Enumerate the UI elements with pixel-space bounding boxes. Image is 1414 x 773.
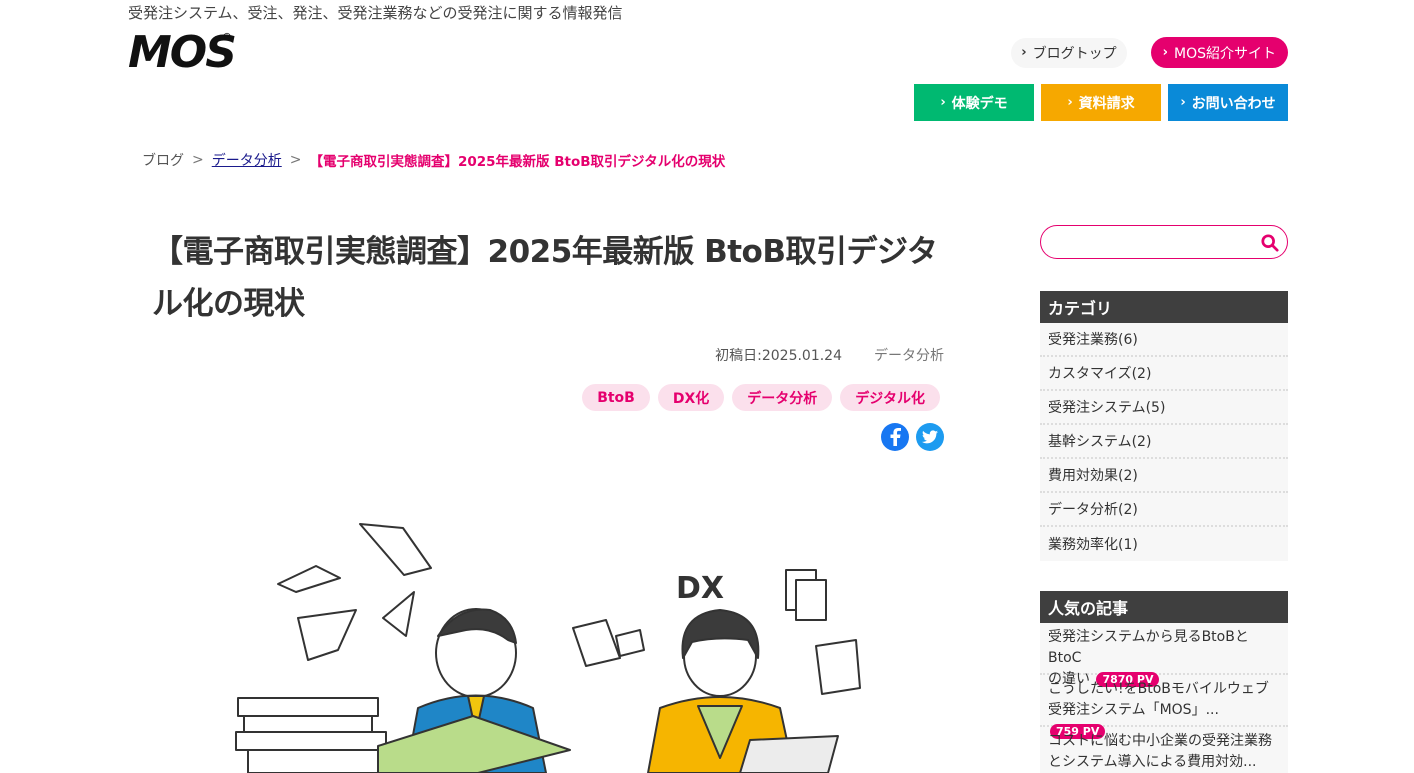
illustration-dx-text: DX — [676, 571, 724, 606]
twitter-icon — [922, 430, 938, 444]
logo-text: MOS — [128, 27, 237, 78]
chevron-right-icon: › — [1067, 95, 1073, 110]
share-buttons — [881, 423, 944, 451]
mos-site-button[interactable]: › MOS紹介サイト — [1150, 37, 1288, 68]
cta-buttons: › 体験デモ › 資料請求 › お問い合わせ — [914, 84, 1288, 121]
category-item[interactable]: 受発注システム(5) — [1040, 391, 1288, 425]
popular-item[interactable]: 受発注システムから見るBtoBとBtoC の違い 7870 PV — [1040, 623, 1288, 687]
tag-data-analysis[interactable]: データ分析 — [732, 384, 833, 411]
popular-list: 受発注システムから見るBtoBとBtoC の違い 7870 PV こうしたい!を… — [1040, 623, 1288, 773]
popular-item-line1: 受発注システムから見るBtoBとBtoC — [1048, 629, 1249, 666]
categories-title: カテゴリ — [1040, 291, 1288, 323]
breadcrumb-separator: > — [289, 152, 302, 168]
chevron-right-icon: › — [1162, 45, 1168, 60]
header-links: › ブログトップ › MOS紹介サイト — [1011, 37, 1288, 68]
chevron-right-icon: › — [940, 95, 946, 110]
breadcrumb-current: 【電子商取引実態調査】2025年最新版 BtoB取引デジタル化の現状 — [309, 154, 726, 170]
category-item[interactable]: データ分析(2) — [1040, 493, 1288, 527]
article-meta: 初稿日:2025.01.24 データ分析 — [715, 345, 944, 365]
category-item[interactable]: 業務効率化(1) — [1040, 527, 1288, 561]
article-tags: BtoB DX化 データ分析 デジタル化 — [582, 384, 940, 411]
article-title: 【電子商取引実態調査】2025年最新版 BtoB取引デジタル化の現状 — [152, 234, 938, 322]
popular-item[interactable]: コストに悩む中小企業の受発注業務 とシステム導入による費用対効... — [1040, 727, 1288, 773]
chevron-right-icon: › — [1021, 45, 1027, 60]
tag-digitalization[interactable]: デジタル化 — [840, 384, 940, 411]
demo-button[interactable]: › 体験デモ — [914, 84, 1034, 121]
tag-dx[interactable]: DX化 — [657, 384, 725, 411]
search-input[interactable] — [1055, 232, 1255, 252]
popular-item[interactable]: こうしたい!をBtoBモバイルウェブ 受発注システム「MOS」... 759 P… — [1040, 675, 1288, 739]
document-request-label: 資料請求 — [1078, 95, 1135, 112]
popular-item-line2: とシステム導入による費用対効... — [1048, 754, 1257, 770]
search-icon[interactable] — [1261, 234, 1279, 252]
breadcrumb-category[interactable]: データ分析 — [212, 150, 282, 170]
search-box — [1040, 225, 1288, 259]
popular-item-line2: 受発注システム「MOS」... — [1048, 702, 1219, 718]
breadcrumb: ブログ > データ分析 > 【電子商取引実態調査】2025年最新版 BtoB取引… — [142, 150, 725, 170]
category-item[interactable]: 基幹システム(2) — [1040, 425, 1288, 459]
facebook-share-button[interactable] — [881, 423, 909, 451]
article-illustration: DX — [235, 523, 861, 773]
mos-site-label: MOS紹介サイト — [1174, 45, 1276, 62]
blog-top-label: ブログトップ — [1032, 45, 1117, 62]
demo-label: 体験デモ — [951, 95, 1008, 112]
category-item[interactable]: カスタマイズ(2) — [1040, 357, 1288, 391]
popular-item-line1: こうしたい!をBtoBモバイルウェブ — [1048, 681, 1269, 697]
popular-item-line1: コストに悩む中小企業の受発注業務 — [1048, 733, 1272, 749]
facebook-icon — [890, 428, 901, 446]
breadcrumb-home[interactable]: ブログ — [142, 150, 184, 170]
twitter-share-button[interactable] — [916, 423, 944, 451]
category-item[interactable]: 費用対効果(2) — [1040, 459, 1288, 493]
posted-date: 初稿日:2025.01.24 — [715, 348, 842, 364]
blog-top-link[interactable]: › ブログトップ — [1011, 37, 1127, 68]
registered-mark: ® — [222, 32, 232, 43]
contact-label: お問い合わせ — [1191, 95, 1276, 112]
site-tagline: 受発注システム、受注、発注、受発注業務などの受発注に関する情報発信 — [128, 4, 623, 22]
category-list: 受発注業務(6) カスタマイズ(2) 受発注システム(5) 基幹システム(2) … — [1040, 323, 1288, 561]
article-category[interactable]: データ分析 — [874, 345, 944, 365]
document-request-button[interactable]: › 資料請求 — [1041, 84, 1161, 121]
breadcrumb-separator: > — [192, 152, 204, 168]
tag-btob[interactable]: BtoB — [582, 384, 650, 411]
contact-button[interactable]: › お問い合わせ — [1168, 84, 1288, 121]
popular-title: 人気の記事 — [1040, 591, 1288, 623]
category-item[interactable]: 受発注業務(6) — [1040, 323, 1288, 357]
chevron-right-icon: › — [1180, 95, 1186, 110]
mos-logo[interactable]: MOS ® — [128, 30, 238, 76]
